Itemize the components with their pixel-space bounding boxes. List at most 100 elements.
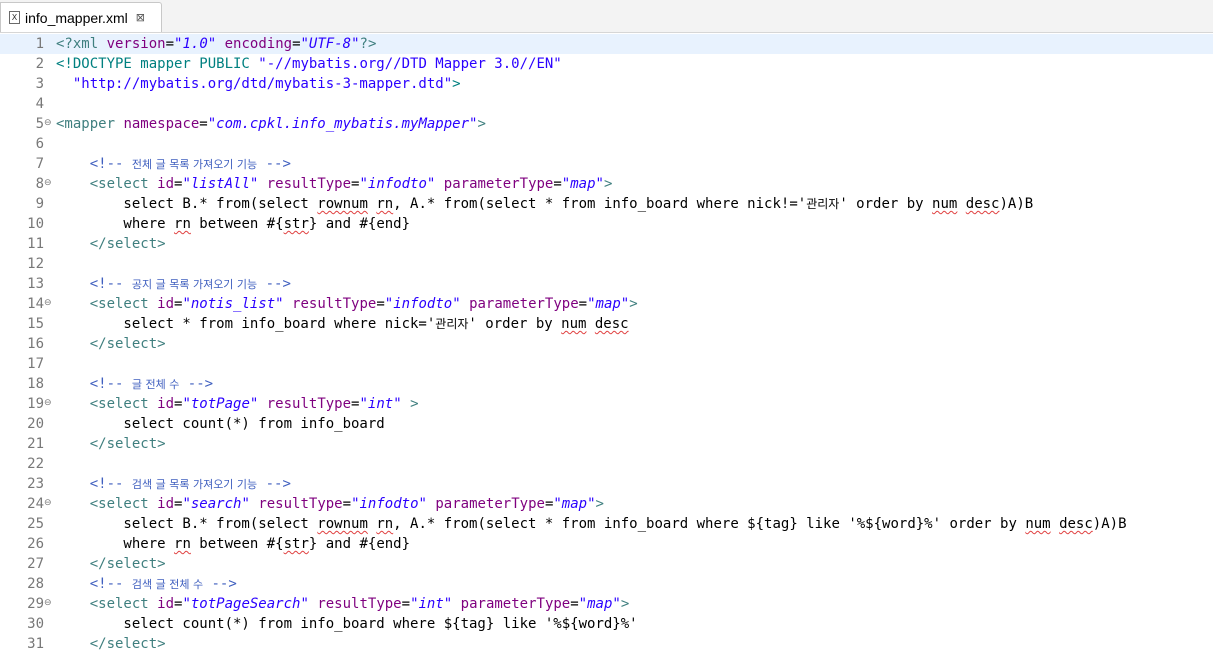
line-number: 6 <box>35 136 44 152</box>
code-text: <select id="search" resultType="infodto"… <box>56 494 604 514</box>
fold-toggle-icon[interactable]: ⊖ <box>44 174 52 192</box>
code-line[interactable]: 29 ⊖ <select id = "totPageSearch" resultTyp… <box>0 594 1213 614</box>
tab-info-mapper-xml[interactable]: X info_mapper.xml ⊠ <box>0 2 162 32</box>
code-token: namespace <box>123 116 200 132</box>
fold-toggle-icon[interactable]: ⊖ <box>44 294 52 312</box>
fold-toggle-icon[interactable]: ⊖ <box>44 594 52 612</box>
code-token: "int" <box>359 396 402 412</box>
code-line[interactable]: 6 <box>0 134 1213 154</box>
code-token: 글 전체 수 <box>131 378 180 391</box>
code-line[interactable]: 2 <!DOCTYPE mapper PUBLIC "-//mybatis.org… <box>0 54 1213 74</box>
code-token: <select <box>56 296 158 312</box>
code-line[interactable]: 16 </select> <box>0 334 1213 354</box>
close-icon[interactable]: ⊠ <box>136 11 145 24</box>
code-token: rownum <box>317 196 368 212</box>
code-line[interactable]: 1 <?xml version="1.0" encoding="UTF-8"?> <box>0 34 1213 54</box>
fold-toggle-icon[interactable]: ⊖ <box>44 494 52 512</box>
code-text: </select> <box>56 234 166 254</box>
code-token: desc <box>1059 516 1093 532</box>
code-token: <select <box>56 176 158 192</box>
code-text: <?xml version="1.0" encoding="UTF-8"?> <box>56 34 376 54</box>
code-line[interactable]: 30 select count(*) from info_board where… <box>0 614 1213 634</box>
code-line[interactable]: 24 ⊖ <select id="search" resultType="info… <box>0 494 1213 514</box>
line-number: 8 <box>35 176 44 192</box>
line-number: 1 <box>35 36 44 52</box>
code-line[interactable]: 26 where rn between #{str} and #{end} <box>0 534 1213 554</box>
code-token: 전체 글 목록 가져오기 기능 <box>131 158 258 171</box>
code-token: </select> <box>56 336 166 352</box>
code-token: "map" <box>561 176 604 192</box>
code-token: 공지 글 목록 가져오기 기능 <box>131 278 258 291</box>
code-token: > <box>401 396 419 412</box>
line-number: 4 <box>35 96 44 112</box>
code-line[interactable]: 22 <box>0 454 1213 474</box>
code-token: str <box>283 216 309 232</box>
code-token: "notis_list" <box>182 296 284 312</box>
code-line[interactable]: 28 <!-- 검색 글 전체 수 --> <box>0 574 1213 594</box>
code-token: )A)B <box>1092 516 1127 532</box>
code-token: between #{ <box>190 536 284 552</box>
code-line[interactable]: 4 <box>0 94 1213 114</box>
code-token: 검색 글 목록 가져오기 기능 <box>131 478 258 491</box>
code-token: resultType <box>258 496 343 512</box>
line-number: 11 <box>27 236 44 252</box>
code-editor[interactable]: 1 <?xml version="1.0" encoding="UTF-8"?> 2… <box>0 33 1213 654</box>
fold-toggle-icon[interactable]: ⊖ <box>44 114 52 132</box>
code-token: where <box>56 216 175 232</box>
code-line[interactable]: 8 ⊖ <select id="listAll" resultType="info… <box>0 174 1213 194</box>
code-token: = <box>401 596 411 612</box>
code-line[interactable]: 31 </select> <box>0 634 1213 654</box>
code-token: "int" <box>410 596 453 612</box>
code-line[interactable]: 13 <!-- 공지 글 목록 가져오기 기능 --> <box>0 274 1213 294</box>
code-token: <select <box>56 596 158 612</box>
code-line[interactable]: 17 <box>0 354 1213 374</box>
code-line[interactable]: 25 select B.* from(select rownum rn, A.*… <box>0 514 1213 534</box>
code-token: > <box>452 76 461 92</box>
code-token: > <box>620 596 630 612</box>
code-line[interactable]: 14 ⊖ <select id="notis_list" resultType="… <box>0 294 1213 314</box>
code-line[interactable]: 5 ⊖ <mapper namespace="com.cpkl.info_mybat… <box>0 114 1213 134</box>
code-text: "http://mybatis.org/dtd/mybatis-3-mapper… <box>56 74 461 94</box>
code-token: num <box>561 316 587 332</box>
line-number: 5 <box>35 116 44 132</box>
code-token: , A.* from(select * from info_board wher… <box>393 516 1026 532</box>
code-token: id <box>157 176 175 192</box>
code-line[interactable]: 3 "http://mybatis.org/dtd/mybatis-3-mapp… <box>0 74 1213 94</box>
code-line[interactable]: 18 <!-- 글 전체 수 --> <box>0 374 1213 394</box>
line-number: 24 <box>27 496 44 512</box>
code-line[interactable]: 19 ⊖ <select id="totPage" resultType="int… <box>0 394 1213 414</box>
line-number: 20 <box>27 416 44 432</box>
code-line[interactable]: 27 </select> <box>0 554 1213 574</box>
fold-toggle-icon[interactable]: ⊖ <box>44 394 52 412</box>
code-token: ' order by <box>839 196 933 212</box>
code-text: <!-- 공지 글 목록 가져오기 기능 --> <box>56 274 291 295</box>
code-line[interactable]: 23 <!-- 검색 글 목록 가져오기 기능 --> <box>0 474 1213 494</box>
line-number: 13 <box>27 276 44 292</box>
code-line[interactable]: 15 select * from info_board where nick='… <box>0 314 1213 334</box>
code-line[interactable]: 12 <box>0 254 1213 274</box>
line-number: 15 <box>27 316 44 332</box>
line-number: 19 <box>27 396 44 412</box>
code-token: </select> <box>56 436 166 452</box>
code-token: <!DOCTYPE mapper PUBLIC <box>56 56 259 72</box>
code-token: <!-- <box>56 376 132 392</box>
code-line[interactable]: 11 </select> <box>0 234 1213 254</box>
line-number: 26 <box>27 536 44 552</box>
line-number: 3 <box>35 76 44 92</box>
code-token: "map" <box>578 596 621 612</box>
code-token: "infodto" <box>384 296 461 312</box>
code-line[interactable]: 9 select B.* from(select rownum rn, A.* … <box>0 194 1213 214</box>
line-number: 22 <box>27 456 44 472</box>
line-number: 9 <box>35 196 44 212</box>
code-token: = <box>292 36 301 52</box>
code-token: num <box>932 196 958 212</box>
code-token: "totPageSearch" <box>182 596 309 612</box>
code-line[interactable]: 7 <!-- 전체 글 목록 가져오기 기능 --> <box>0 154 1213 174</box>
code-line[interactable]: 21 </select> <box>0 434 1213 454</box>
code-line[interactable]: 10 where rn between #{str} and #{end} <box>0 214 1213 234</box>
code-token: </select> <box>56 556 166 572</box>
code-line[interactable]: 20 select count(*) from info_board <box>0 414 1213 434</box>
code-text: select count(*) from info_board <box>56 414 384 434</box>
code-token: select B.* from(select <box>56 196 318 212</box>
